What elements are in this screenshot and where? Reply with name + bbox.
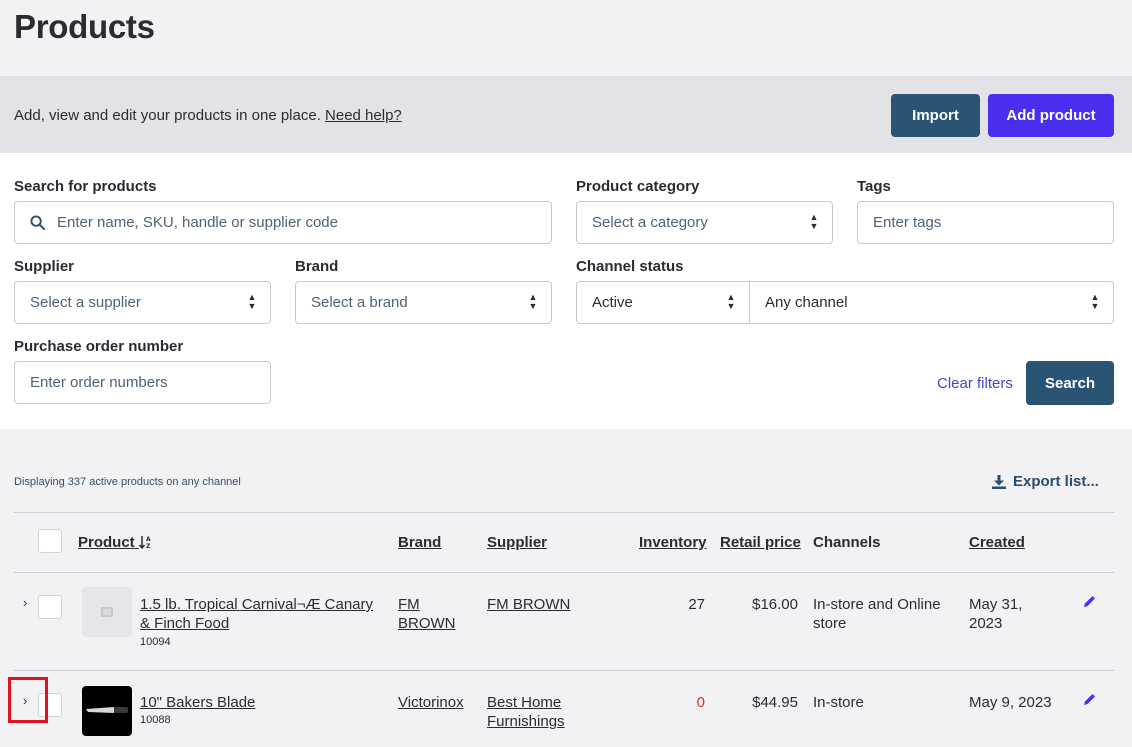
header-retail-price[interactable]: Retail price (720, 534, 801, 551)
svg-text:Z: Z (146, 543, 151, 549)
search-icon (30, 215, 45, 230)
header-supplier[interactable]: Supplier (487, 534, 547, 551)
product-thumbnail[interactable] (82, 686, 132, 736)
updown-icon: ▲ ▼ (528, 292, 538, 311)
brand-line1: FM (398, 596, 420, 613)
download-icon (992, 474, 1006, 489)
supplier-label: Supplier (14, 258, 75, 275)
brand-select[interactable]: Select a brand ▲ ▼ (295, 281, 552, 324)
supplier-link[interactable]: Best Home Furnishings (487, 693, 565, 731)
tags-label: Tags (857, 178, 891, 195)
channel-status-label: Channel status (576, 258, 684, 275)
brand-value: Select a brand (311, 294, 408, 311)
supplier-select[interactable]: Select a supplier ▲ ▼ (14, 281, 271, 324)
supplier-link[interactable]: FM BROWN (487, 595, 570, 614)
brand-line1: Victorinox (398, 694, 464, 711)
search-placeholder: Enter name, SKU, handle or supplier code (57, 214, 338, 231)
inventory-value: 0 (696, 694, 705, 711)
brand-link[interactable]: FM BROWN (398, 595, 456, 633)
product-name-link[interactable]: 10" Bakers Blade (140, 693, 255, 712)
created-line1: May 31, (969, 596, 1023, 613)
header-product[interactable]: Product AZ (78, 534, 153, 551)
category-label: Product category (576, 178, 700, 195)
divider (14, 670, 1114, 671)
search-input[interactable]: Enter name, SKU, handle or supplier code (14, 201, 552, 244)
header-created[interactable]: Created (969, 534, 1025, 551)
edit-pencil-icon[interactable] (1082, 595, 1096, 609)
product-name-line1: 10" Bakers Blade (140, 694, 256, 711)
header-inventory[interactable]: Inventory (639, 534, 707, 551)
search-label: Search for products (14, 178, 157, 195)
channels-line1: In-store and Online (813, 596, 941, 613)
tags-input[interactable]: Enter tags (857, 201, 1114, 244)
product-thumbnail[interactable] (82, 587, 132, 637)
header-channels: Channels (813, 534, 881, 551)
add-product-button[interactable]: Add product (988, 94, 1114, 137)
focus-highlight (8, 677, 48, 723)
channels-value: In-store and Online store (813, 595, 941, 633)
product-sku: 10094 (140, 636, 171, 648)
expand-row-chevron-icon[interactable]: › (23, 595, 27, 610)
supplier-line1: FM BROWN (487, 596, 571, 613)
header-product-label: Product (78, 534, 135, 551)
header-brand[interactable]: Brand (398, 534, 441, 551)
need-help-link[interactable]: Need help? (325, 107, 402, 124)
supplier-line2: Furnishings (487, 713, 565, 730)
inventory-value: 27 (688, 596, 705, 613)
po-number-input[interactable]: Enter order numbers (14, 361, 271, 404)
status-select[interactable]: Active ▲ ▼ (576, 281, 750, 324)
tags-placeholder: Enter tags (873, 214, 942, 231)
brand-line2: BROWN (398, 615, 456, 632)
results-summary: Displaying 337 active products on any ch… (14, 476, 241, 488)
search-button[interactable]: Search (1026, 361, 1114, 405)
created-line2: 2023 (969, 615, 1003, 632)
brand-link[interactable]: Victorinox (398, 693, 464, 712)
svg-text:A: A (146, 536, 151, 543)
created-value: May 31, 2023 (969, 595, 1022, 633)
export-list-button[interactable]: Export list... (992, 473, 1099, 490)
select-all-checkbox[interactable] (38, 529, 62, 553)
updown-icon: ▲ ▼ (809, 212, 819, 231)
divider (14, 512, 1114, 513)
supplier-line1: Best Home (487, 694, 562, 711)
updown-icon: ▲ ▼ (247, 292, 257, 311)
page-title: Products (14, 8, 155, 45)
channel-value: Any channel (765, 294, 848, 311)
help-description: Add, view and edit your products in one … (14, 107, 321, 124)
brand-label: Brand (295, 258, 339, 275)
divider (14, 572, 1114, 573)
created-value: May 9, 2023 (969, 694, 1052, 711)
category-value: Select a category (592, 214, 708, 231)
po-placeholder: Enter order numbers (30, 374, 168, 391)
po-label: Purchase order number (14, 338, 184, 355)
row-checkbox[interactable] (38, 595, 62, 619)
sort-az-icon: AZ (138, 536, 151, 550)
import-button[interactable]: Import (891, 94, 980, 137)
price-value: $16.00 (752, 596, 798, 613)
export-label: Export list... (1013, 473, 1099, 490)
updown-icon: ▲ ▼ (1090, 292, 1100, 311)
product-name-line1: 1.5 lb. Tropical Carnival¬Æ Canary (140, 596, 374, 613)
product-name-link[interactable]: 1.5 lb. Tropical Carnival¬Æ Canary & Fin… (140, 595, 373, 633)
clear-filters-link[interactable]: Clear filters (937, 375, 1013, 392)
channel-select[interactable]: Any channel ▲ ▼ (749, 281, 1114, 324)
product-name-line2: & Finch Food (140, 615, 230, 632)
edit-pencil-icon[interactable] (1082, 693, 1096, 707)
help-text: Add, view and edit your products in one … (14, 107, 402, 124)
price-value: $44.95 (752, 694, 798, 711)
channels-value: In-store (813, 694, 864, 711)
image-placeholder-icon (101, 607, 113, 617)
channels-line2: store (813, 615, 847, 632)
category-select[interactable]: Select a category ▲ ▼ (576, 201, 833, 244)
supplier-value: Select a supplier (30, 294, 141, 311)
updown-icon: ▲ ▼ (726, 292, 736, 311)
status-value: Active (592, 294, 633, 311)
knife-image (86, 707, 128, 713)
product-sku: 10088 (140, 714, 171, 726)
